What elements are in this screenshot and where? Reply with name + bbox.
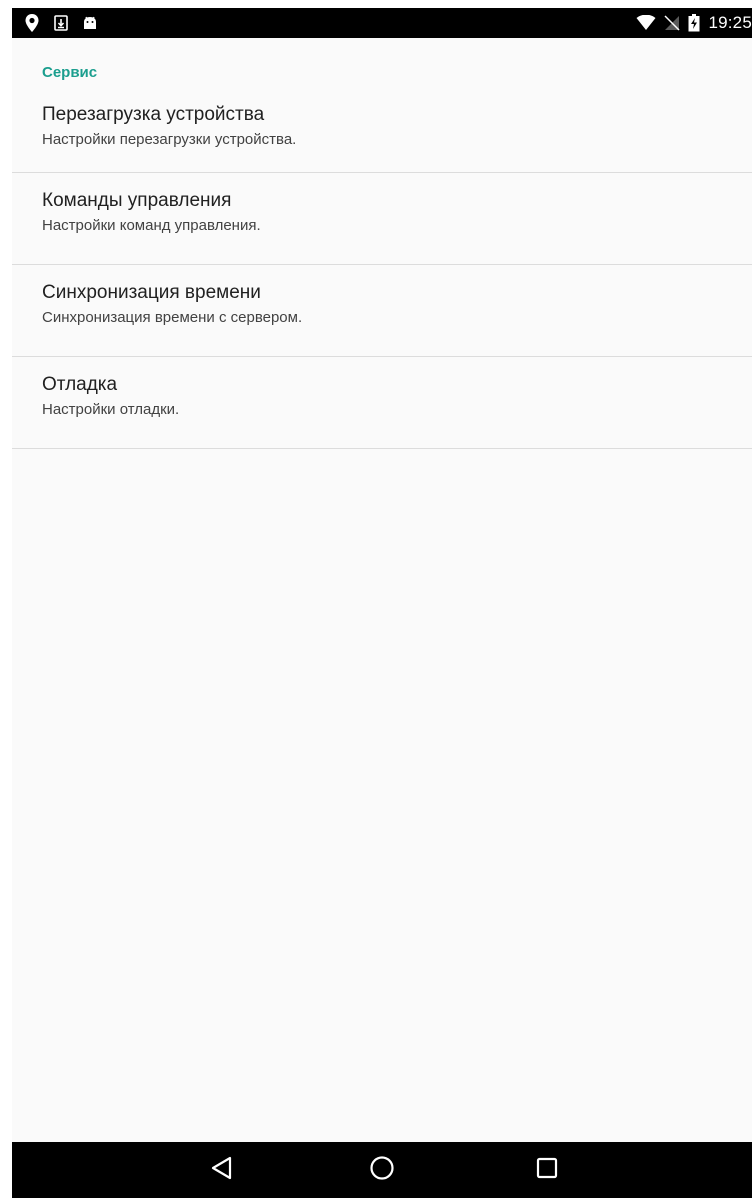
home-icon xyxy=(369,1155,395,1186)
back-icon xyxy=(211,1156,233,1185)
status-bar: 19:25 xyxy=(12,8,752,38)
recents-icon xyxy=(536,1157,558,1184)
navigation-bar xyxy=(12,1142,752,1198)
battery-charging-icon xyxy=(688,14,700,32)
android-icon xyxy=(82,15,98,31)
pref-summary: Синхронизация времени с сервером. xyxy=(42,309,303,326)
status-clock: 19:25 xyxy=(708,13,752,32)
recents-button[interactable] xyxy=(512,1142,582,1198)
preferences-list: Сервис Перезагрузка устройства Настройки… xyxy=(12,38,752,449)
category-title: Сервис xyxy=(42,64,98,81)
back-button[interactable] xyxy=(187,1142,257,1198)
location-icon xyxy=(24,13,40,33)
pref-item-control-commands[interactable]: Команды управления Настройки команд упра… xyxy=(12,173,752,265)
pref-item-time-sync[interactable]: Синхронизация времени Синхронизация врем… xyxy=(12,265,752,357)
status-left-icons xyxy=(24,8,98,38)
download-icon xyxy=(54,15,68,31)
settings-screen: 19:25 Сервис Перезагрузка устройства Нас… xyxy=(12,8,752,1198)
pref-title: Синхронизация времени xyxy=(42,282,261,303)
status-right-icons: 19:25 xyxy=(636,8,752,38)
pref-item-debug[interactable]: Отладка Настройки отладки. xyxy=(12,357,752,449)
pref-summary: Настройки команд управления. xyxy=(42,217,261,234)
pref-summary: Настройки перезагрузки устройства. xyxy=(42,131,297,148)
pref-title: Команды управления xyxy=(42,190,232,211)
pref-item-reboot[interactable]: Перезагрузка устройства Настройки переза… xyxy=(12,88,752,173)
pref-summary: Настройки отладки. xyxy=(42,401,180,418)
pref-title: Отладка xyxy=(42,374,118,395)
home-button[interactable] xyxy=(347,1142,417,1198)
no-sim-icon xyxy=(664,15,680,31)
pref-title: Перезагрузка устройства xyxy=(42,104,265,125)
wifi-icon xyxy=(636,15,656,31)
category-header: Сервис xyxy=(12,38,752,88)
